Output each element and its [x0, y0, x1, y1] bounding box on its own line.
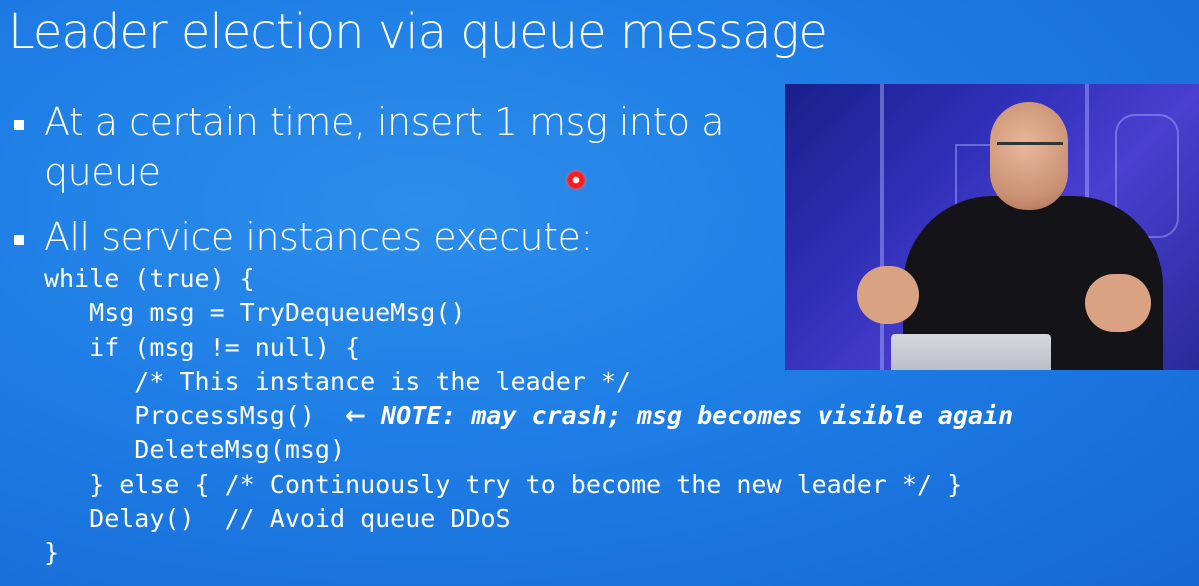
bullet-text-2: All service instances execute: — [44, 215, 593, 259]
bullet-square-icon — [14, 235, 24, 245]
left-arrow-icon: ← — [345, 401, 366, 431]
bullet-item-2: All service instances execute: — [14, 212, 774, 262]
bullet-item-1: At a certain time, insert 1 msg into a q… — [14, 97, 774, 197]
presenter-video — [785, 84, 1199, 370]
laptop-icon — [891, 334, 1051, 370]
stage-decoration — [880, 84, 884, 370]
code-line: } else { /* Continuously try to become t… — [44, 469, 963, 499]
code-line: /* This instance is the leader */ — [44, 366, 631, 396]
bullet-text-1: At a certain time, insert 1 msg into a q… — [44, 100, 725, 194]
code-line-process: ProcessMsg() ← NOTE: may crash; msg beco… — [44, 399, 1013, 433]
glasses-icon — [997, 142, 1063, 159]
slide-title: Leader election via queue message — [8, 4, 828, 60]
hand-icon — [1085, 274, 1151, 332]
code-line: DeleteMsg(msg) — [44, 435, 346, 465]
laser-pointer-icon — [565, 169, 587, 191]
bullet-square-icon — [14, 120, 24, 130]
code-line-text: ProcessMsg() — [44, 401, 346, 431]
note-text: NOTE: may crash; msg becomes visible aga… — [365, 401, 1014, 431]
code-line: } — [44, 538, 60, 568]
code-line: Delay() // Avoid queue DDoS — [44, 504, 511, 534]
hand-icon — [857, 266, 919, 324]
